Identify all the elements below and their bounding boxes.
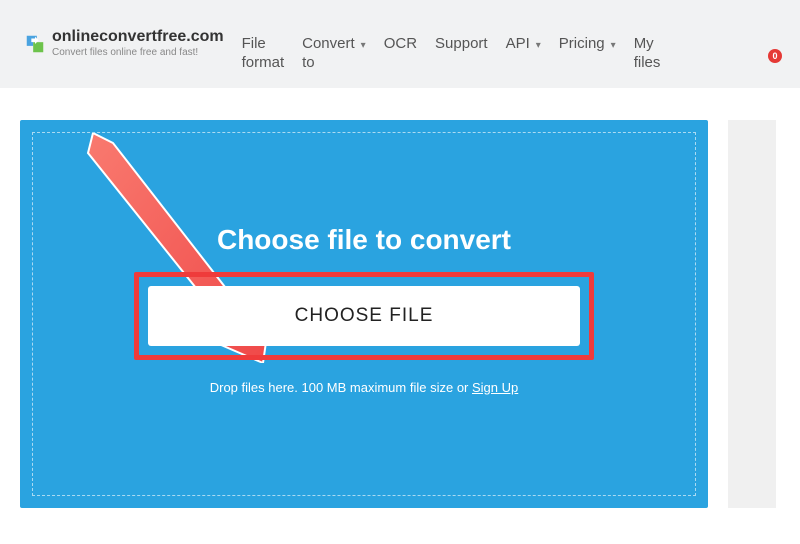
nav-convert-to[interactable]: Convert to ▾ — [302, 35, 366, 73]
upload-hint: Drop files here. 100 MB maximum file siz… — [210, 380, 519, 395]
chevron-down-icon: ▾ — [536, 35, 541, 53]
notification-badge[interactable]: 0 — [768, 49, 782, 63]
nav-pricing[interactable]: Pricing ▾ — [559, 35, 616, 54]
header: onlineconvertfree.com Convert files onli… — [0, 0, 800, 88]
upload-dropzone[interactable]: Choose file to convert CHOOSE FILE Drop … — [32, 132, 696, 496]
chevron-down-icon: ▾ — [361, 35, 366, 53]
nav-file-format[interactable]: File format — [242, 35, 285, 73]
choose-file-button[interactable]: CHOOSE FILE — [148, 286, 580, 346]
chevron-down-icon: ▾ — [611, 35, 616, 53]
nav-my-files[interactable]: My files — [634, 35, 661, 73]
logo-icon — [24, 33, 46, 55]
signup-link[interactable]: Sign Up — [472, 380, 518, 395]
logo[interactable]: onlineconvertfree.com Convert files onli… — [24, 29, 224, 58]
logo-subtitle: Convert files online free and fast! — [52, 48, 224, 59]
content: Choose file to convert CHOOSE FILE Drop … — [0, 88, 800, 508]
nav: File format Convert to ▾ OCR Support API… — [242, 15, 760, 73]
upload-heading: Choose file to convert — [217, 224, 511, 256]
nav-api[interactable]: API ▾ — [506, 35, 541, 54]
nav-support[interactable]: Support — [435, 35, 488, 54]
logo-title: onlineconvertfree.com — [52, 29, 224, 46]
upload-panel: Choose file to convert CHOOSE FILE Drop … — [20, 120, 708, 508]
nav-ocr[interactable]: OCR — [384, 35, 417, 54]
side-placeholder — [728, 120, 776, 508]
